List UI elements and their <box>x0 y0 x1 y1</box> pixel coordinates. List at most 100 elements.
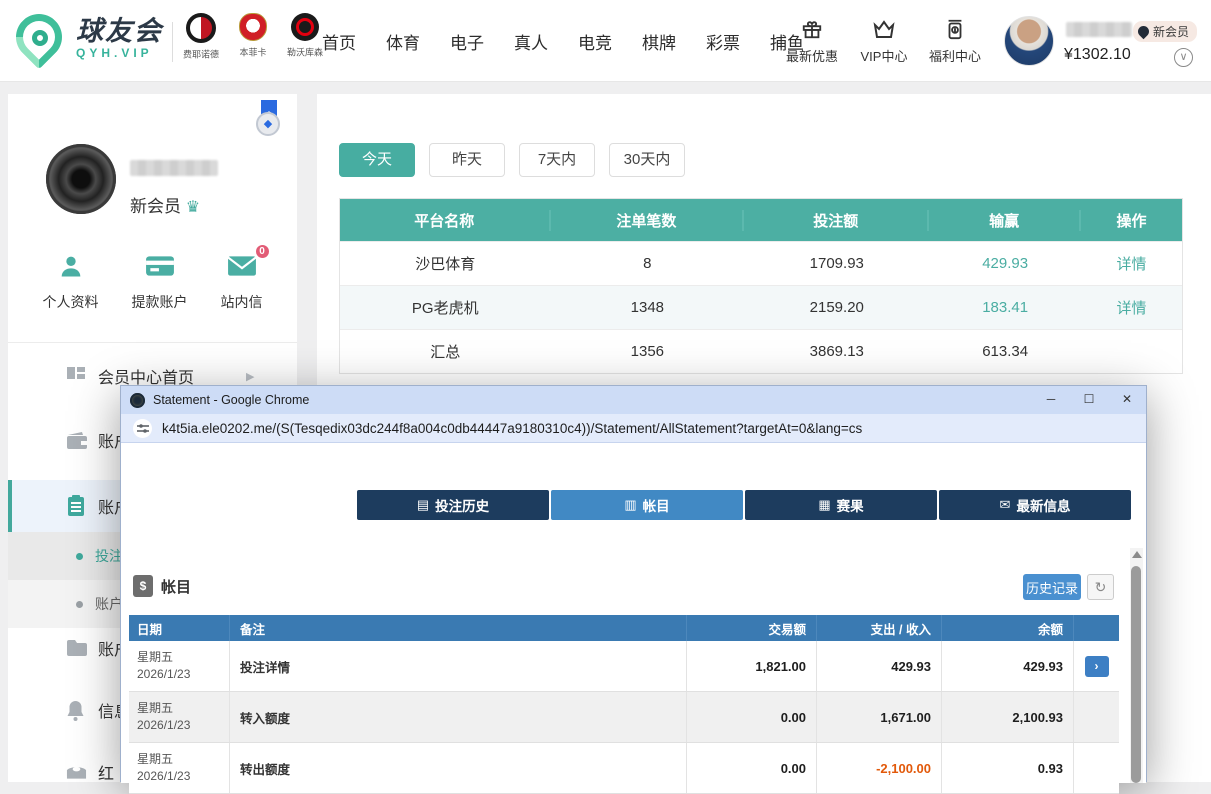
grid-icon <box>66 366 90 386</box>
table-row: 沙巴体育 8 1709.93 429.93 详情 <box>340 241 1182 285</box>
bullet-icon <box>76 601 83 608</box>
filter-30days-button[interactable]: 30天内 <box>609 143 685 177</box>
gift-icon <box>781 16 843 42</box>
table-row: PG老虎机 1348 2159.20 183.41 详情 <box>340 285 1182 329</box>
quick-links: 个人资料 提款账户 0 站内信 <box>8 250 297 312</box>
bullet-icon <box>76 553 83 560</box>
list-icon: ▤ <box>417 497 429 513</box>
tab-results[interactable]: ▦ 赛果 <box>745 490 937 520</box>
statement-tabs: ▤ 投注历史 ▥ 帐目 ▦ 赛果 ✉ 最新信息 <box>357 490 1131 520</box>
bell-icon <box>66 700 90 721</box>
row-detail-chevron-button[interactable]: › <box>1085 656 1109 677</box>
popup-scrollbar[interactable] <box>1130 548 1143 783</box>
platform-summary-table: 平台名称 注单笔数 投注额 输赢 操作 沙巴体育 8 1709.93 429.9… <box>339 198 1183 374</box>
tab-account[interactable]: ▥ 帐目 <box>551 490 743 520</box>
folder-icon <box>66 639 90 657</box>
brand-logo-icon[interactable] <box>16 14 68 66</box>
promo-menu[interactable]: 最新优惠 <box>781 16 843 65</box>
tab-bet-history[interactable]: ▤ 投注历史 <box>357 490 549 520</box>
brand-domain: QYH.VIP <box>76 46 163 60</box>
account-section-header: $ 帐目 <box>133 575 191 597</box>
unread-count-badge: 0 <box>254 243 271 260</box>
profile-emblem-avatar[interactable] <box>46 144 116 214</box>
top-header: 球友会 QYH.VIP 费耶诺德 本菲卡 勒沃库森 首页 体育 电子 真人 电竞… <box>0 0 1211 82</box>
refresh-icon[interactable]: ↻ <box>1087 574 1114 600</box>
brand-name: 球友会 <box>76 16 163 46</box>
sponsor-leverkusen: 勒沃库森 <box>284 13 326 61</box>
wallet-icon <box>66 431 90 450</box>
divider <box>172 22 173 62</box>
ledger-icon: ▥ <box>624 497 636 513</box>
maximize-button[interactable]: ☐ <box>1070 386 1108 414</box>
filter-today-button[interactable]: 今天 <box>339 143 415 177</box>
detail-link[interactable]: 详情 <box>1081 297 1182 318</box>
filter-7days-button[interactable]: 7天内 <box>519 143 595 177</box>
crown-icon: ♛ <box>186 199 200 216</box>
main-nav: 首页 体育 电子 真人 电竞 棋牌 彩票 捕鱼 <box>322 0 804 82</box>
nav-lottery[interactable]: 彩票 <box>706 29 740 54</box>
statement-row: 星期五2026/1/23 投注详情 1,821.00 429.93 429.93… <box>129 641 1119 692</box>
section-title: 帐目 <box>161 576 191 597</box>
tab-latest-news[interactable]: ✉ 最新信息 <box>939 490 1131 520</box>
bank-card-icon <box>132 250 188 282</box>
profile-level-label: 新会员 ♛ <box>130 192 200 217</box>
brand-logo[interactable]: 球友会 QYH.VIP <box>76 16 163 60</box>
nav-sports[interactable]: 体育 <box>386 29 420 54</box>
statement-row: 星期五2026/1/23 转入额度 0.00 1,671.00 2,100.93 <box>129 692 1119 743</box>
divider <box>8 342 297 343</box>
quick-link-inbox[interactable]: 0 站内信 <box>221 250 263 312</box>
window-titlebar[interactable]: Statement - Google Chrome ─ ☐ ✕ <box>121 386 1146 414</box>
statement-header-row: 日期 备注 交易额 支出 / 收入 余额 <box>129 615 1119 641</box>
sponsor-benfica: 本菲卡 <box>232 13 274 61</box>
envelope-icon: 0 <box>221 250 263 282</box>
welfare-center-menu[interactable]: 福利中心 <box>924 16 986 65</box>
table-row-total: 汇总 1356 3869.13 613.34 <box>340 329 1182 373</box>
feyenoord-crest-icon <box>186 13 216 43</box>
vip-medal-icon: ◆ <box>254 100 284 140</box>
site-favicon-icon <box>130 393 145 408</box>
jar-icon <box>924 16 986 42</box>
nav-esports[interactable]: 电竞 <box>578 29 612 54</box>
quick-link-withdraw-account[interactable]: 提款账户 <box>132 250 188 312</box>
nav-slots[interactable]: 电子 <box>450 29 484 54</box>
clipboard-icon <box>66 495 90 517</box>
popup-page-content: ▤ 投注历史 ▥ 帐目 ▦ 赛果 ✉ 最新信息 $ 帐目 历史记录 ↻ 日期 <box>121 444 1146 783</box>
history-record-button[interactable]: 历史记录 <box>1023 574 1081 600</box>
chevron-down-icon[interactable]: ∨ <box>1174 48 1193 67</box>
user-avatar[interactable] <box>1004 16 1054 66</box>
results-icon: ▦ <box>818 497 830 513</box>
chevron-right-icon: ▶ <box>246 370 254 383</box>
sponsor-feyenoord: 费耶诺德 <box>180 13 222 61</box>
url-text[interactable]: k4t5ia.ele0202.me/(S(Tesqedix03dc244f8a0… <box>162 421 862 436</box>
person-icon <box>43 250 99 282</box>
filter-yesterday-button[interactable]: 昨天 <box>429 143 505 177</box>
leverkusen-crest-icon <box>291 13 319 41</box>
table-header-row: 平台名称 注单笔数 投注额 输赢 操作 <box>340 199 1182 241</box>
red-packet-icon <box>66 764 90 780</box>
sponsor-badges: 费耶诺德 本菲卡 勒沃库森 <box>180 13 326 61</box>
window-controls: ─ ☐ ✕ <box>1032 386 1146 414</box>
benfica-crest-icon <box>239 13 267 41</box>
mail-icon: ✉ <box>1000 497 1011 513</box>
nav-live[interactable]: 真人 <box>514 29 548 54</box>
nav-home[interactable]: 首页 <box>322 29 356 54</box>
wallet-balance: ¥1302.10 <box>1064 46 1131 64</box>
close-button[interactable]: ✕ <box>1108 386 1146 414</box>
username-blurred <box>1066 22 1132 37</box>
detail-link[interactable]: 详情 <box>1081 253 1182 274</box>
vip-center-menu[interactable]: VIP中心 <box>853 16 915 65</box>
nav-cards[interactable]: 棋牌 <box>642 29 676 54</box>
quick-link-profile[interactable]: 个人资料 <box>43 250 99 312</box>
scroll-up-arrow-icon[interactable] <box>1132 551 1142 558</box>
site-settings-icon[interactable] <box>133 419 152 438</box>
minimize-button[interactable]: ─ <box>1032 386 1070 414</box>
level-pin-icon <box>1136 24 1152 40</box>
window-title: Statement - Google Chrome <box>153 393 309 407</box>
profile-username-blurred <box>130 160 218 176</box>
scrollbar-thumb[interactable] <box>1131 566 1141 783</box>
statement-popup-window: Statement - Google Chrome ─ ☐ ✕ k4t5ia.e… <box>120 385 1147 782</box>
address-bar[interactable]: k4t5ia.ele0202.me/(S(Tesqedix03dc244f8a0… <box>121 414 1146 443</box>
member-level-badge: 新会员 <box>1133 21 1197 42</box>
date-filter-group: 今天 昨天 7天内 30天内 <box>339 143 685 177</box>
crown-icon <box>853 16 915 42</box>
